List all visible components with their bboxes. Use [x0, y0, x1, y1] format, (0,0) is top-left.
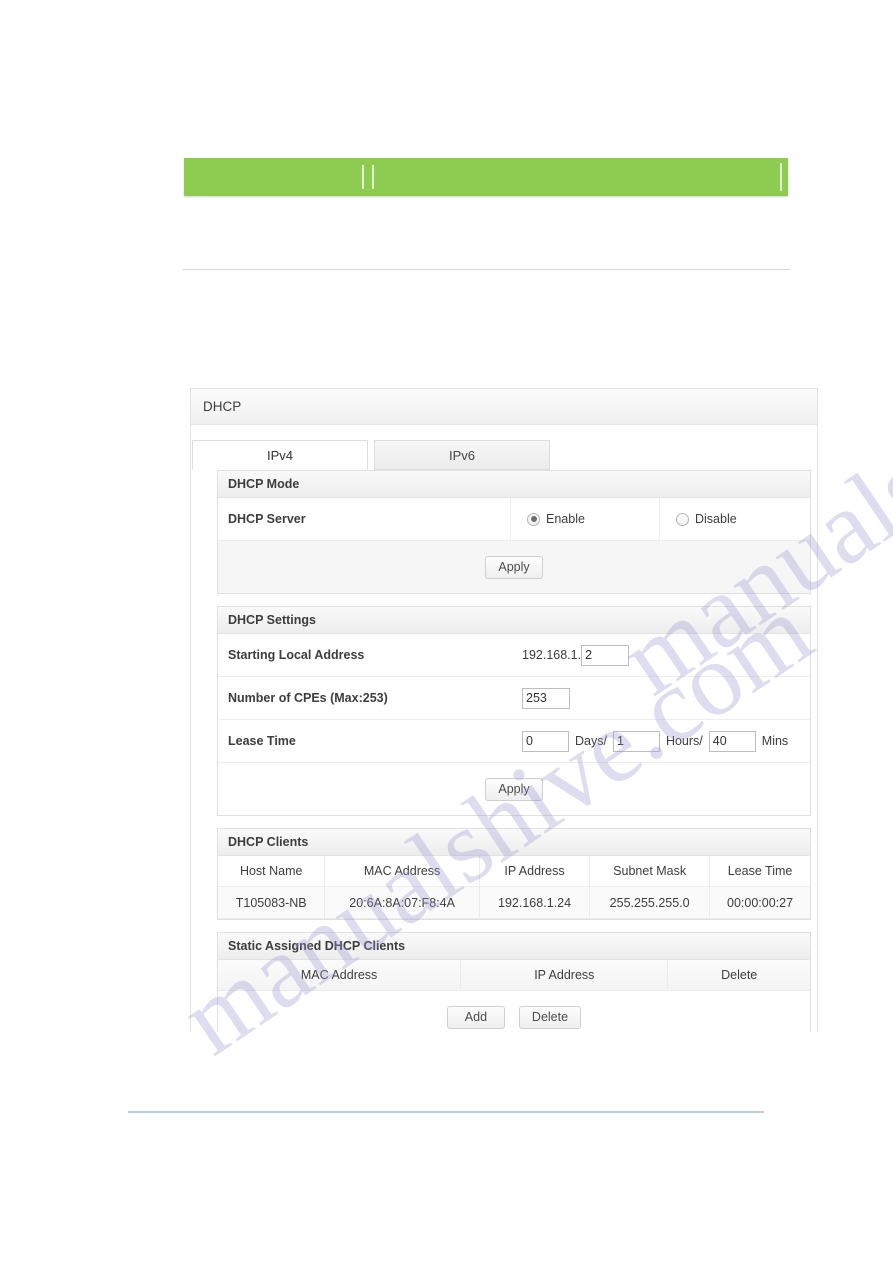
banner-divider-mark	[372, 165, 374, 189]
banner-divider-mark	[780, 163, 782, 191]
cell-mac-address: 20:6A:8A:07:F8:4A	[324, 886, 480, 919]
dhcp-server-disable-option[interactable]: Disable	[659, 498, 810, 540]
add-button[interactable]: Add	[446, 1005, 505, 1029]
delete-button[interactable]: Delete	[518, 1005, 582, 1029]
dhcp-settings-section: DHCP Settings Starting Local Address 192…	[217, 606, 811, 816]
column-static-ip-address: IP Address	[460, 960, 669, 991]
radio-disable-icon[interactable]	[676, 512, 689, 526]
footer-divider	[128, 1111, 764, 1113]
number-of-cpes-row: Number of CPEs (Max:253)	[218, 677, 810, 720]
dhcp-panel: DHCP IPv4 IPv6 DHCP Mode DHCP Server Ena…	[190, 388, 818, 1032]
lease-days-input[interactable]	[522, 730, 569, 752]
table-header-row: MAC Address IP Address Delete	[218, 960, 810, 991]
dhcp-server-label: DHCP Server	[228, 512, 306, 526]
static-clients-section: Static Assigned DHCP Clients MAC Address…	[217, 932, 811, 1032]
number-of-cpes-input[interactable]	[522, 687, 570, 709]
cell-lease-time: 00:00:00:27	[709, 886, 810, 919]
tab-ipv6-label: IPv6	[448, 447, 475, 463]
cell-ip-address: 192.168.1.24	[479, 886, 591, 919]
dhcp-mode-title: DHCP Mode	[218, 470, 810, 498]
column-static-delete: Delete	[667, 960, 810, 991]
column-ip-address: IP Address	[479, 856, 591, 887]
lease-mins-unit: Mins	[761, 734, 789, 748]
dhcp-settings-title: DHCP Settings	[218, 606, 810, 634]
dhcp-panel-body: DHCP Mode DHCP Server Enable Disable App…	[191, 470, 817, 1032]
tab-ipv4-label: IPv4	[266, 447, 293, 463]
lease-mins-input[interactable]	[708, 730, 756, 752]
column-static-mac-address: MAC Address	[218, 960, 462, 991]
table-row: T105083-NB 20:6A:8A:07:F8:4A 192.168.1.2…	[218, 886, 810, 919]
static-clients-table: MAC Address IP Address Delete	[218, 960, 810, 991]
banner-divider-mark	[362, 165, 364, 189]
dhcp-server-enable-label: Enable	[546, 512, 585, 526]
starting-local-address-row: Starting Local Address 192.168.1.	[218, 634, 810, 677]
number-of-cpes-label: Number of CPEs (Max:253)	[228, 691, 388, 705]
dhcp-settings-actions: Apply	[218, 763, 810, 815]
dhcp-mode-actions: Apply	[218, 541, 810, 593]
lease-hours-input[interactable]	[612, 730, 660, 752]
starting-local-address-prefix: 192.168.1.	[522, 648, 582, 662]
radio-enable-icon[interactable]	[527, 512, 540, 526]
dhcp-clients-title: DHCP Clients	[218, 828, 810, 856]
cell-subnet-mask: 255.255.255.0	[589, 886, 711, 919]
dhcp-mode-apply-button[interactable]: Apply	[485, 555, 543, 579]
static-clients-title: Static Assigned DHCP Clients	[218, 932, 810, 960]
lease-time-label: Lease Time	[228, 734, 296, 748]
lease-time-value: Days/ Hours/ Mins	[510, 720, 810, 762]
dhcp-server-row: DHCP Server Enable Disable	[218, 498, 810, 541]
tab-ipv6[interactable]: IPv6	[374, 440, 550, 470]
column-host-name: Host Name	[218, 856, 326, 887]
starting-local-address-label: Starting Local Address	[228, 648, 365, 662]
column-mac-address: MAC Address	[324, 856, 480, 887]
dhcp-settings-apply-button[interactable]: Apply	[485, 777, 543, 801]
dhcp-panel-header: DHCP	[191, 389, 817, 425]
dhcp-clients-section: DHCP Clients Host Name MAC Address IP Ad…	[217, 828, 811, 920]
dhcp-clients-table: Host Name MAC Address IP Address Subnet …	[218, 856, 810, 919]
page-banner	[184, 158, 788, 196]
column-lease-time: Lease Time	[709, 856, 810, 887]
page-title: DHCP	[203, 399, 242, 414]
number-of-cpes-value	[510, 677, 810, 719]
tab-bar: IPv4 IPv6	[191, 439, 817, 470]
dhcp-mode-section: DHCP Mode DHCP Server Enable Disable App…	[217, 470, 811, 594]
cell-host-name: T105083-NB	[218, 886, 326, 919]
header-divider	[183, 269, 790, 270]
dhcp-server-enable-option[interactable]: Enable	[510, 498, 659, 540]
static-clients-actions: Add Delete	[218, 991, 810, 1032]
starting-local-address-value: 192.168.1.	[510, 634, 810, 676]
tab-ipv4[interactable]: IPv4	[192, 440, 368, 470]
table-header-row: Host Name MAC Address IP Address Subnet …	[218, 856, 810, 887]
lease-time-row: Lease Time Days/ Hours/ Mins	[218, 720, 810, 763]
dhcp-server-disable-label: Disable	[695, 512, 737, 526]
lease-days-unit: Days/	[575, 734, 607, 748]
column-subnet-mask: Subnet Mask	[589, 856, 711, 887]
starting-local-address-input[interactable]	[581, 644, 630, 666]
lease-hours-unit: Hours/	[665, 734, 703, 748]
